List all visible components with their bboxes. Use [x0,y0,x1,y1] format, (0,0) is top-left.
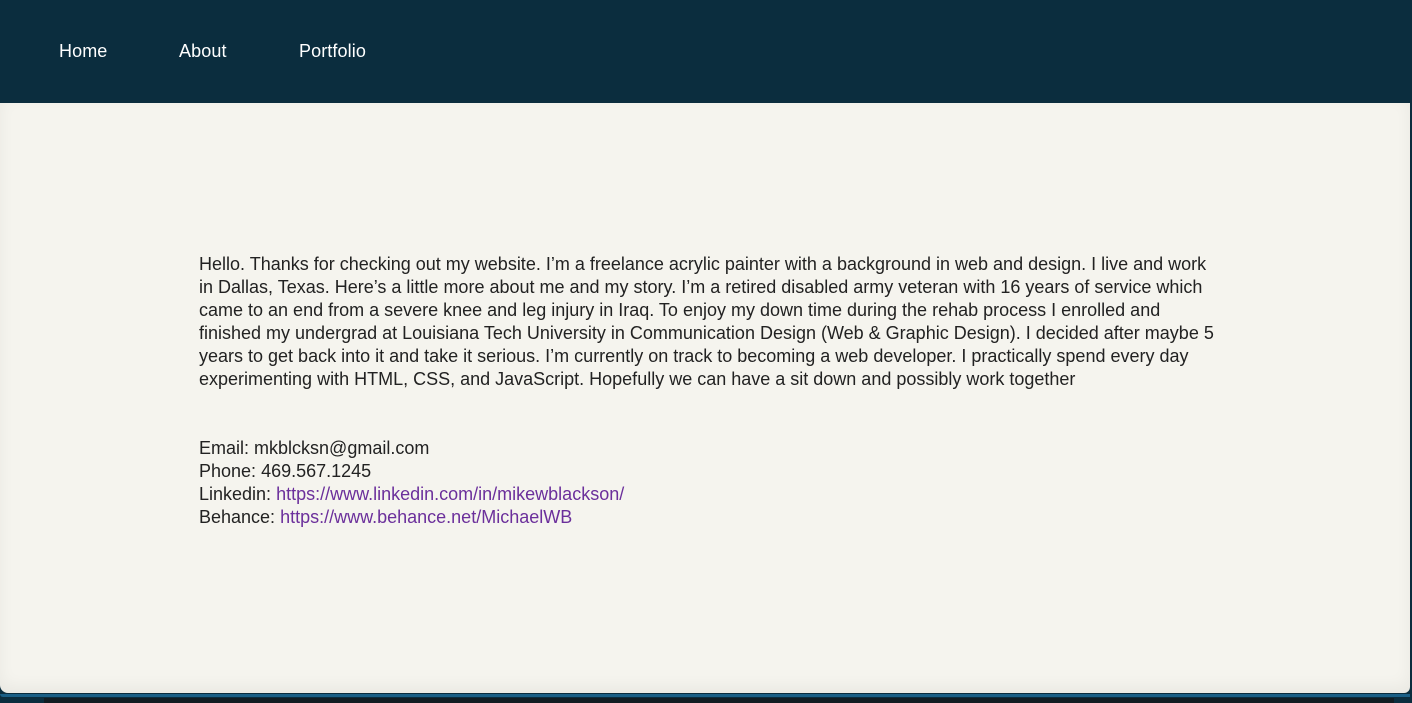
linkedin-link[interactable]: https://www.linkedin.com/in/mikewblackso… [276,484,624,504]
behance-line: Behance: https://www.behance.net/Michael… [199,506,1099,529]
nav-portfolio-link[interactable]: Portfolio [299,38,366,64]
nav-about-link[interactable]: About [179,38,227,64]
top-navbar: Home About Portfolio [0,0,1412,103]
nav-home-link[interactable]: Home [59,38,107,64]
about-content-card [0,103,1410,693]
bottom-shadow-strip [44,698,1394,703]
phone-line: Phone: 469.567.1245 [199,460,1099,483]
email-value: mkblcksn@gmail.com [254,438,430,458]
bottom-accent-line [0,694,1410,697]
email-line: Email: mkblcksn@gmail.com [199,437,1099,460]
linkedin-label: Linkedin: [199,484,272,504]
phone-label: Phone: [199,461,257,481]
behance-link[interactable]: https://www.behance.net/MichaelWB [280,507,572,527]
contact-info: Email: mkblcksn@gmail.com Phone: 469.567… [199,437,1099,529]
page: Home About Portfolio Hello. Thanks for c… [0,0,1412,703]
phone-value: 469.567.1245 [261,461,372,481]
linkedin-line: Linkedin: https://www.linkedin.com/in/mi… [199,483,1099,506]
about-bio-text: Hello. Thanks for checking out my websit… [199,254,1214,389]
behance-label: Behance: [199,507,276,527]
email-label: Email: [199,438,250,458]
